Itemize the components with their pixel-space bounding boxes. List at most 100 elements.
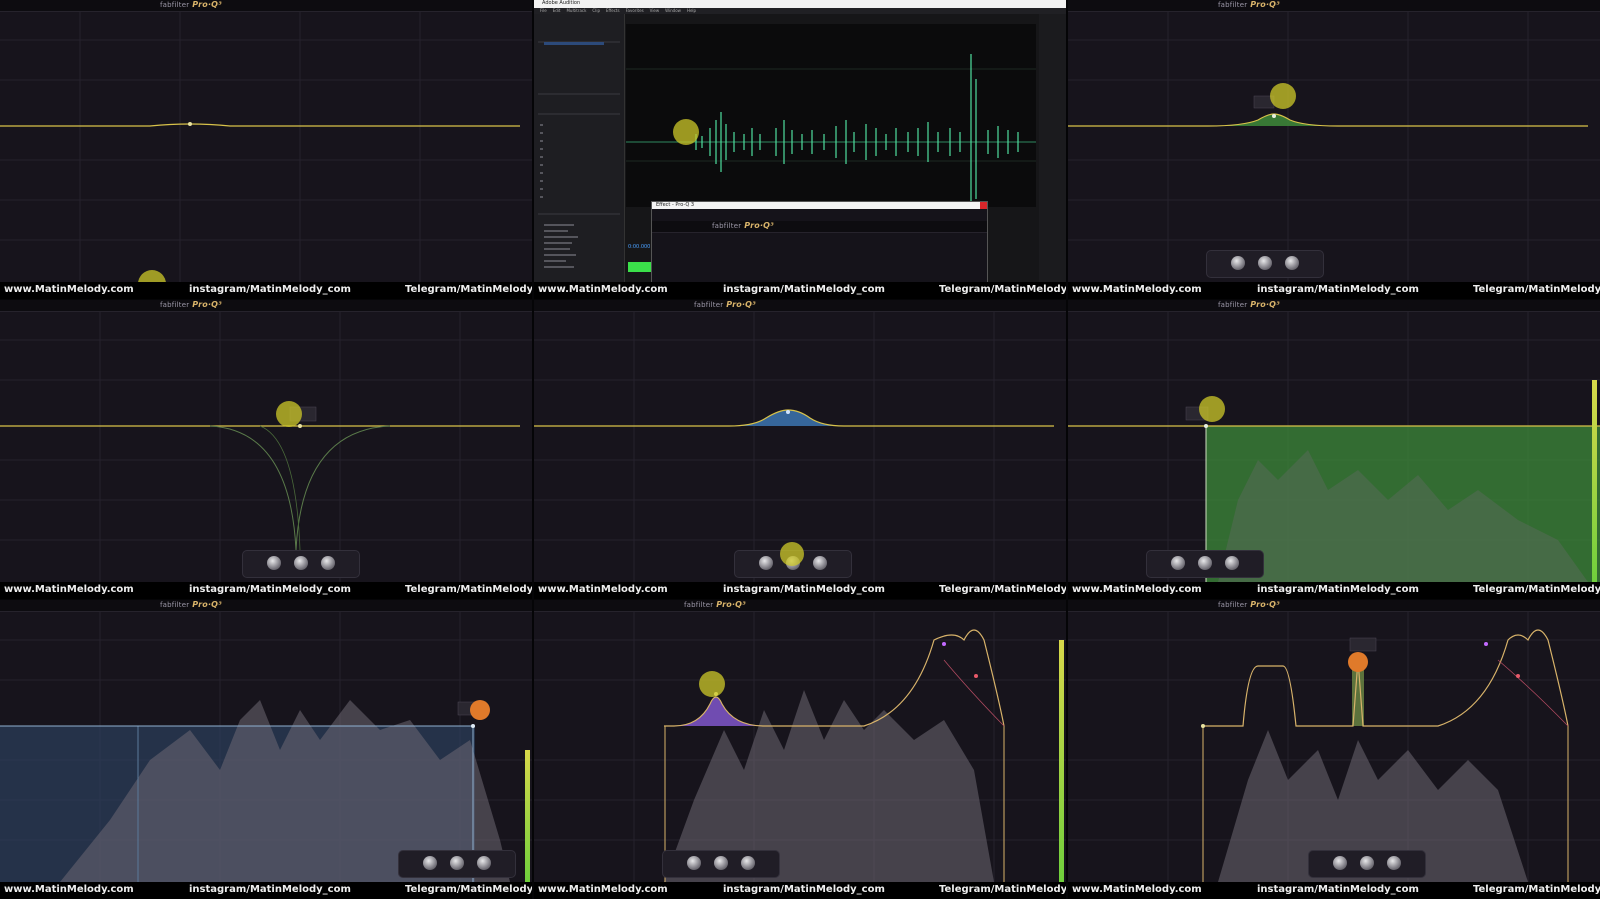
effect-dialog[interactable]: Effect - Pro-Q 3 fabfilter Pro·Q³ — [651, 201, 988, 284]
watermark-site: www.MatinMelody.com — [1072, 584, 1202, 595]
cursor-highlight — [1199, 396, 1225, 422]
q-knob[interactable] — [1285, 256, 1299, 270]
watermark-instagram: instagram/MatinMelody_com — [723, 284, 885, 295]
watermark-instagram: instagram/MatinMelody_com — [1257, 884, 1419, 895]
plugin-header: fabfilter Pro·Q³ — [1068, 0, 1600, 12]
gain-knob[interactable] — [714, 856, 728, 870]
menu-favorites[interactable]: Favorites — [626, 8, 644, 13]
frequency-knob[interactable] — [687, 856, 701, 870]
watermark-bar: www.MatinMelody.com instagram/MatinMelod… — [1068, 282, 1600, 299]
level-meter-panel — [1039, 14, 1066, 282]
cursor-highlight — [276, 401, 302, 427]
files-panel[interactable] — [534, 14, 625, 282]
frequency-knob[interactable] — [759, 556, 773, 570]
eq-panel-3: fabfilter Pro·Q³ www.MatinMelody.com inst… — [1068, 0, 1600, 299]
frequency-knob[interactable] — [1171, 556, 1185, 570]
watermark-bar: www.MatinMelody.com instagram/MatinMelod… — [534, 282, 1066, 299]
eq-panel-5: fabfilter Pro·Q³ www.MatinMelody.com inst… — [534, 300, 1066, 599]
q-knob[interactable] — [477, 856, 491, 870]
band-control-panel[interactable] — [242, 550, 360, 578]
eq-panel-9: fabfilter Pro·Q³ www.MatinMelody.com inst… — [1068, 600, 1600, 899]
watermark-telegram: Telegram/MatinMelody — [939, 584, 1066, 595]
watermark-site: www.MatinMelody.com — [1072, 884, 1202, 895]
watermark-site: www.MatinMelody.com — [538, 284, 668, 295]
menu-edit[interactable]: Edit — [553, 8, 561, 13]
plugin-logo: fabfilter Pro·Q³ — [684, 600, 746, 609]
gain-knob[interactable] — [1258, 256, 1272, 270]
q-knob[interactable] — [1387, 856, 1401, 870]
eq-graph — [1068, 11, 1600, 282]
watermark-bar: www.MatinMelody.com instagram/MatinMelod… — [1068, 882, 1600, 899]
effects-rack — [538, 41, 620, 268]
output-level-meter — [1059, 640, 1064, 882]
waveform-editor[interactable] — [626, 24, 1036, 207]
watermark-telegram: Telegram/MatinMelody — [405, 284, 532, 295]
band-control-panel[interactable] — [1146, 550, 1264, 578]
watermark-instagram: instagram/MatinMelody_com — [189, 284, 351, 295]
output-level-meter — [525, 750, 530, 882]
watermark-instagram: instagram/MatinMelody_com — [189, 884, 351, 895]
audition-title-bar: Adobe Audition — [534, 0, 1066, 8]
menu-help[interactable]: Help — [687, 8, 696, 13]
frequency-knob[interactable] — [267, 556, 281, 570]
band-node-orange[interactable] — [470, 700, 490, 720]
band-control-panel[interactable] — [662, 850, 780, 878]
effect-dialog-title: Effect - Pro-Q 3 — [652, 202, 987, 209]
band-control-panel[interactable] — [1308, 850, 1426, 878]
gain-knob[interactable] — [450, 856, 464, 870]
watermark-telegram: Telegram/MatinMelody — [939, 284, 1066, 295]
cursor-highlight — [699, 671, 725, 697]
menu-multitrack[interactable]: Multitrack — [566, 8, 586, 13]
watermark-site: www.MatinMelody.com — [4, 884, 134, 895]
band-node-orange[interactable] — [1348, 652, 1368, 672]
watermark-site: www.MatinMelody.com — [4, 284, 134, 295]
q-knob[interactable] — [321, 556, 335, 570]
plugin-header: fabfilter Pro·Q³ — [1068, 300, 1600, 312]
plugin-logo: fabfilter Pro·Q³ — [712, 221, 774, 230]
eq-graph — [534, 611, 1066, 882]
q-knob[interactable] — [1225, 556, 1239, 570]
gain-knob[interactable] — [1198, 556, 1212, 570]
gain-knob[interactable] — [1360, 856, 1374, 870]
menu-view[interactable]: View — [650, 8, 660, 13]
menu-effects[interactable]: Effects — [606, 8, 620, 13]
eq-panel-4: fabfilter Pro·Q³ www.MatinMelody.com inst… — [0, 300, 532, 599]
band-control-panel[interactable] — [1206, 250, 1324, 278]
menu-window[interactable]: Window — [665, 8, 681, 13]
eq-panel-7: fabfilter Pro·Q³ www.MatinMelody.com inst… — [0, 600, 532, 899]
watermark-site: www.MatinMelody.com — [538, 584, 668, 595]
plugin-logo: fabfilter Pro·Q³ — [1218, 600, 1280, 609]
plugin-logo: fabfilter Pro·Q³ — [160, 600, 222, 609]
plugin-logo: fabfilter Pro·Q³ — [1218, 0, 1280, 9]
cursor-highlight — [780, 542, 804, 566]
q-knob[interactable] — [813, 556, 827, 570]
timecode-display: 0:00.000 — [628, 244, 651, 250]
menu-clip[interactable]: Clip — [592, 8, 600, 13]
frequency-knob[interactable] — [1231, 256, 1245, 270]
band-control-panel[interactable] — [398, 850, 516, 878]
watermark-telegram: Telegram/MatinMelody — [1473, 284, 1600, 295]
watermark-bar: www.MatinMelody.com instagram/MatinMelod… — [1068, 582, 1600, 599]
q-knob[interactable] — [741, 856, 755, 870]
watermark-bar: www.MatinMelody.com instagram/MatinMelod… — [0, 582, 532, 599]
waveform — [626, 54, 1036, 207]
frequency-knob[interactable] — [1333, 856, 1347, 870]
menu-file[interactable]: File — [540, 8, 547, 13]
plugin-logo: fabfilter Pro·Q³ — [1218, 300, 1280, 309]
frequency-knob[interactable] — [423, 856, 437, 870]
plugin-header: fabfilter Pro·Q³ — [534, 300, 1066, 312]
watermark-instagram: instagram/MatinMelody_com — [1257, 284, 1419, 295]
plugin-logo: fabfilter Pro·Q³ — [160, 0, 222, 9]
watermark-bar: www.MatinMelody.com instagram/MatinMelod… — [534, 582, 1066, 599]
watermark-instagram: instagram/MatinMelody_com — [1257, 584, 1419, 595]
eq-panel-8: fabfilter Pro·Q³ www.MatinMelody.com inst… — [534, 600, 1066, 899]
audition-panel: Adobe Audition File Edit Multitrack Clip Eff… — [534, 0, 1066, 299]
watermark-instagram: instagram/MatinMelody_com — [189, 584, 351, 595]
close-icon[interactable] — [980, 202, 987, 209]
plugin-header: fabfilter Pro·Q³ — [0, 0, 532, 12]
watermark-telegram: Telegram/MatinMelody — [405, 584, 532, 595]
gain-knob[interactable] — [294, 556, 308, 570]
watermark-telegram: Telegram/MatinMelody — [1473, 584, 1600, 595]
watermark-bar: www.MatinMelody.com instagram/MatinMelod… — [534, 882, 1066, 899]
plugin-logo: fabfilter Pro·Q³ — [694, 300, 756, 309]
